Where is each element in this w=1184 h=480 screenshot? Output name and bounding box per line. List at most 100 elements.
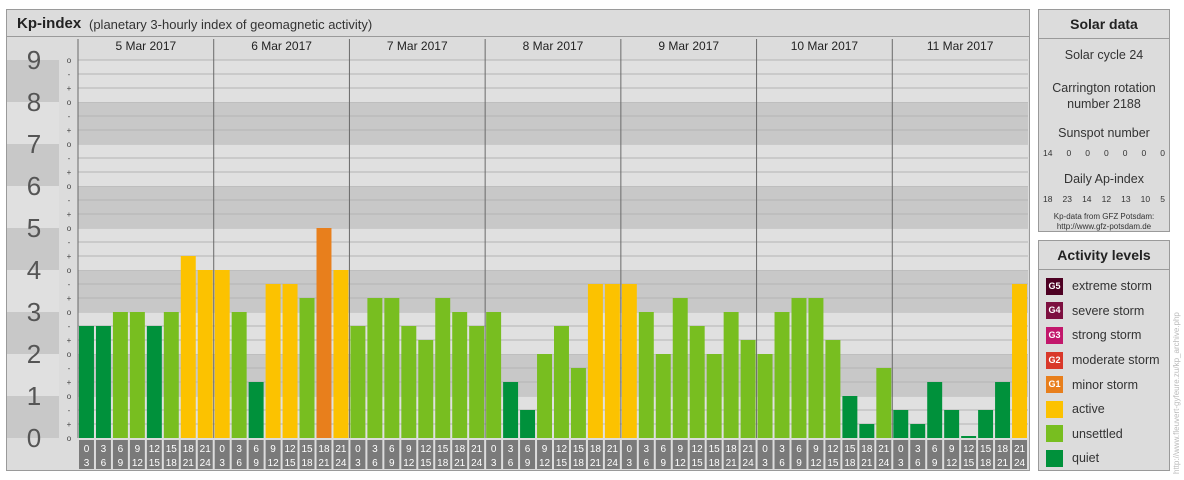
sub-tick-label: o	[67, 308, 72, 317]
interval-end-label: 18	[980, 458, 992, 469]
y-tick-label: 7	[27, 129, 41, 159]
kp-bar	[401, 325, 417, 438]
interval-end-label: 24	[200, 458, 212, 469]
ap-value: 23	[1062, 194, 1072, 204]
sub-tick-label: -	[68, 280, 71, 289]
interval-start-label: 0	[762, 444, 768, 455]
activity-level-active: active	[1039, 397, 1169, 422]
interval-start-label: 9	[542, 444, 548, 455]
kp-bar	[214, 270, 230, 438]
chart-subtitle: (planetary 3-hourly index of geomagnetic…	[89, 17, 373, 32]
kp-bar	[265, 283, 281, 438]
sunspot-value: 0	[1066, 148, 1072, 158]
sub-tick-label: -	[68, 70, 71, 79]
kp-bar	[978, 409, 994, 438]
sub-tick-label: +	[67, 168, 72, 177]
interval-start-label: 6	[118, 444, 124, 455]
kp-bar	[163, 312, 179, 438]
interval-start-label: 15	[166, 444, 178, 455]
kp-bar	[927, 382, 943, 438]
interval-end-label: 24	[471, 458, 483, 469]
kp-bar	[469, 325, 485, 438]
level-label: moderate storm	[1072, 353, 1160, 368]
interval-start-label: 3	[779, 444, 785, 455]
interval-start-label: 18	[861, 444, 873, 455]
ap-value: 13	[1121, 194, 1131, 204]
activity-level-quiet: quiet	[1039, 446, 1169, 471]
sub-tick-label: o	[67, 434, 72, 443]
day-label: 7 Mar 2017	[387, 39, 448, 53]
interval-end-label: 12	[268, 458, 280, 469]
interval-start-label: 9	[135, 444, 141, 455]
interval-start-label: 0	[355, 444, 361, 455]
day-label: 9 Mar 2017	[658, 39, 719, 53]
sub-tick-label: o	[67, 224, 72, 233]
interval-start-label: 9	[677, 444, 683, 455]
sub-tick-label: -	[68, 238, 71, 247]
kp-bar	[537, 354, 552, 438]
interval-end-label: 15	[149, 458, 161, 469]
ap-value: 10	[1140, 194, 1151, 204]
level-swatch	[1046, 400, 1063, 418]
activity-level-unsettled: unsettled	[1039, 422, 1169, 447]
kp-bar	[180, 256, 196, 438]
kp-bar	[876, 367, 892, 438]
activity-level-moderate-storm: G2 moderate storm	[1039, 348, 1169, 373]
interval-start-label: 21	[200, 444, 212, 455]
kp-level-band	[78, 144, 1028, 186]
interval-end-label: 18	[301, 458, 313, 469]
ap-index-values: 18 23 14 12 13 10 5	[1039, 194, 1169, 204]
kp-bar	[638, 312, 654, 438]
interval-start-label: 15	[844, 444, 856, 455]
chart-title: Kp-index	[17, 15, 82, 32]
level-label: active	[1072, 402, 1105, 417]
interval-start-label: 9	[270, 444, 276, 455]
sunspot-value: 0	[1103, 148, 1109, 158]
solar-cycle: Solar cycle 24	[1064, 48, 1144, 62]
interval-end-label: 9	[525, 458, 531, 469]
kp-bar	[333, 270, 349, 438]
interval-start-label: 3	[236, 444, 242, 455]
interval-end-label: 24	[743, 458, 755, 469]
interval-end-label: 6	[101, 458, 107, 469]
kp-bar	[435, 298, 451, 438]
interval-end-label: 15	[284, 458, 296, 469]
level-swatch: G1	[1046, 376, 1063, 394]
activity-level-extreme-storm: G5 extreme storm	[1039, 274, 1169, 299]
sub-tick-label: o	[67, 266, 72, 275]
interval-start-label: 21	[1014, 444, 1026, 455]
sunspot-value: 0	[1160, 148, 1165, 158]
sub-tick-label: o	[67, 392, 72, 401]
interval-start-label: 21	[471, 444, 483, 455]
interval-start-label: 21	[335, 444, 347, 455]
sub-tick-label: o	[67, 56, 72, 65]
carrington-rotation: Carrington rotation number 2188	[1052, 81, 1156, 111]
interval-start-label: 15	[437, 444, 449, 455]
interval-end-label: 3	[627, 458, 633, 469]
level-label: minor storm	[1072, 377, 1138, 392]
interval-end-label: 9	[796, 458, 802, 469]
interval-end-label: 6	[915, 458, 921, 469]
interval-start-label: 6	[389, 444, 395, 455]
y-tick-label: 6	[27, 171, 41, 201]
ap-value: 5	[1160, 194, 1165, 204]
interval-start-label: 18	[183, 444, 195, 455]
interval-end-label: 9	[118, 458, 124, 469]
kp-bar	[197, 270, 213, 438]
interval-start-label: 6	[660, 444, 666, 455]
interval-end-label: 18	[166, 458, 178, 469]
kp-bar	[1012, 283, 1027, 438]
level-swatch	[1046, 425, 1063, 443]
ap-value: 18	[1043, 194, 1053, 204]
kp-bar	[79, 325, 94, 438]
watermark-text: http://www.fleuvert-gyfeure.zu/kp_archiv…	[1172, 312, 1181, 474]
kp-bar	[910, 424, 926, 438]
credit-link[interactable]: http://www.gfz-potsdam.de	[1039, 222, 1169, 232]
solar-data-title: Solar data	[1039, 10, 1169, 39]
interval-end-label: 9	[389, 458, 395, 469]
interval-end-label: 6	[372, 458, 378, 469]
kp-bar	[621, 283, 637, 438]
level-swatch: G2	[1046, 351, 1063, 369]
kp-bar	[723, 312, 739, 438]
interval-start-label: 18	[590, 444, 602, 455]
